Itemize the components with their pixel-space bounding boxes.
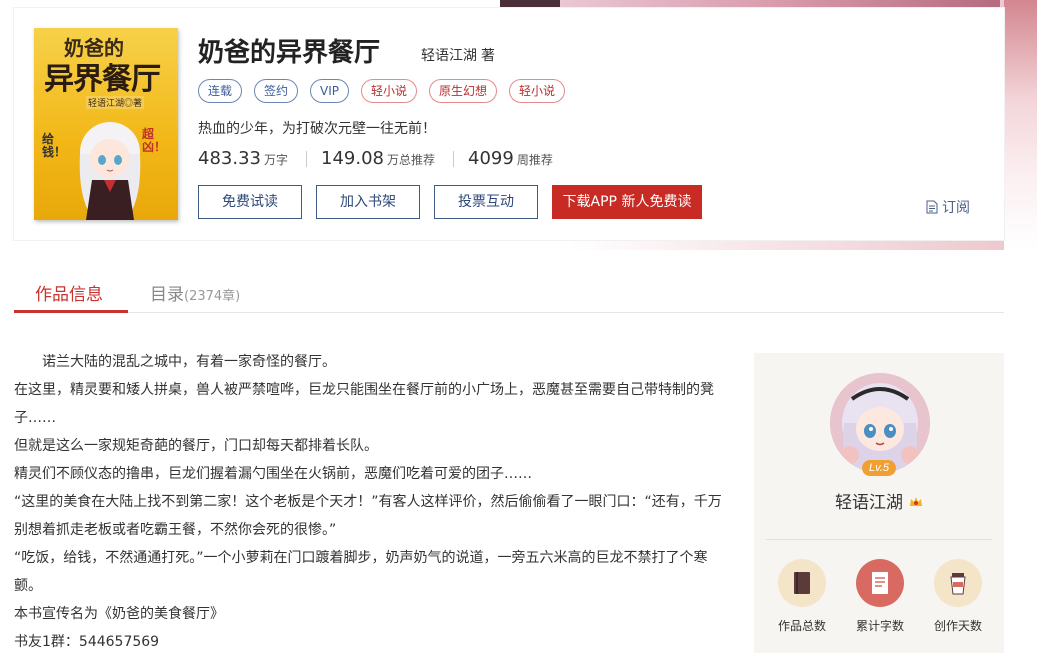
vote-button[interactable]: 投票互动 <box>434 185 538 219</box>
tag-genre[interactable]: 轻小说 <box>509 79 566 103</box>
download-app-button[interactable]: 下载APP 新人免费读 <box>552 185 702 219</box>
author-panel: Lv.5 轻语江湖 作品总数 累计字数 创作天数 <box>754 353 1004 653</box>
total-recommend-stat: 149.08 万总推荐 <box>321 148 435 169</box>
tab-catalog[interactable]: 目录(2374章) <box>150 280 240 305</box>
author-level-badge: Lv.5 <box>862 460 896 476</box>
stat-value: 149.08 <box>321 148 384 169</box>
tag-category[interactable]: 轻小说 <box>361 79 418 103</box>
cover-character-illustration <box>79 122 141 220</box>
intro-paragraph: 诺兰大陆的混乱之城中，有着一家奇怪的餐厅。 <box>42 354 336 370</box>
active-tab-indicator <box>14 310 128 313</box>
book-stats: 483.33 万字 149.08 万总推荐 4099 周推荐 <box>198 148 553 169</box>
document-icon <box>856 559 904 607</box>
subscribe-link[interactable]: 订阅 <box>926 197 970 217</box>
divider <box>453 150 454 167</box>
stat-label: 创作天数 <box>933 619 982 633</box>
stat-label: 作品总数 <box>777 619 826 633</box>
book-slogan: 热血的少年，为打破次元壁一往无前！ <box>198 121 436 137</box>
subscribe-label: 订阅 <box>942 200 970 216</box>
free-read-button[interactable]: 免费试读 <box>198 185 302 219</box>
tag-subcategory[interactable]: 原生幻想 <box>429 79 498 103</box>
add-to-shelf-button[interactable]: 加入书架 <box>316 185 420 219</box>
stat-value: 4099 <box>468 148 514 169</box>
avatar-illustration <box>830 373 930 473</box>
stat-value: 483.33 <box>198 148 261 169</box>
tab-book-info[interactable]: 作品信息 <box>35 280 103 305</box>
divider <box>766 539 992 540</box>
tab-catalog-label: 目录 <box>150 285 184 305</box>
content-tabs: 作品信息 目录(2374章) <box>14 270 1004 313</box>
book-introduction: 诺兰大陆的混乱之城中，有着一家奇怪的餐厅。 在这里，精灵要和矮人拼桌，兽人被严禁… <box>14 348 724 656</box>
document-icon <box>926 200 938 214</box>
tag-vip[interactable]: VIP <box>310 79 350 103</box>
weekly-recommend-stat: 4099 周推荐 <box>468 148 553 169</box>
book-icon <box>778 559 826 607</box>
action-buttons: 免费试读 加入书架 投票互动 下载APP 新人免费读 <box>198 185 702 219</box>
book-info-card: 奶爸的 异界餐厅 轻语江湖◎著 给钱！ 超凶！ 奶爸的异界餐厅 轻语江湖著 连载… <box>14 8 1004 240</box>
cover-title-main: 异界餐厅 <box>44 63 161 96</box>
book-title: 奶爸的异界餐厅 <box>198 38 381 68</box>
fan-group-info: 书友1群：544657569 <box>14 634 160 650</box>
author-link[interactable]: 轻语江湖 <box>421 48 477 64</box>
intro-paragraph: 本书宣传名为《奶爸的美食餐厅》 <box>14 606 224 622</box>
coffee-icon <box>934 559 982 607</box>
cover-caption-left: 给钱！ <box>42 132 67 159</box>
author-suffix: 著 <box>481 48 495 64</box>
author-name-text[interactable]: 轻语江湖 <box>835 493 903 513</box>
tag-signed[interactable]: 签约 <box>254 79 299 103</box>
book-cover[interactable]: 奶爸的 异界餐厅 轻语江湖◎著 给钱！ 超凶！ <box>34 28 178 220</box>
total-works-stat[interactable]: 作品总数 <box>772 559 832 634</box>
total-words-stat[interactable]: 累计字数 <box>850 559 910 634</box>
intro-paragraph: 在这里，精灵要和矮人拼桌，兽人被严禁喧哗，巨龙只能围坐在餐厅前的小广场上，恶魔甚… <box>14 382 714 426</box>
writing-days-stat[interactable]: 创作天数 <box>928 559 988 634</box>
cover-author: 轻语江湖◎著 <box>86 96 145 109</box>
banner-art <box>1004 0 1037 250</box>
intro-paragraph: 精灵们不顾仪态的撸串，巨龙们握着漏勺围坐在火锅前，恶魔们吃着可爱的团子…… <box>14 466 532 482</box>
intro-paragraph: “这里的美食在大陆上找不到第二家！这个老板是个天才！”有客人这样评价，然后偷偷看… <box>14 494 722 538</box>
stat-unit: 周推荐 <box>516 153 553 167</box>
book-tags: 连载 签约 VIP 轻小说 原生幻想 轻小说 <box>198 79 566 103</box>
intro-paragraph: 但就是这么一家规矩奇葩的餐厅，门口却每天都排着长队。 <box>14 438 378 454</box>
word-count-stat: 483.33 万字 <box>198 148 288 169</box>
stat-unit: 万字 <box>263 153 288 167</box>
tag-status[interactable]: 连载 <box>198 79 243 103</box>
crown-icon <box>910 497 922 506</box>
book-author: 轻语江湖著 <box>421 45 495 65</box>
author-avatar[interactable] <box>830 373 930 473</box>
divider <box>306 150 307 167</box>
chapter-count: (2374章) <box>184 289 241 304</box>
stat-label: 累计字数 <box>855 619 904 633</box>
author-name: 轻语江湖 <box>754 488 1004 513</box>
intro-paragraph: “吃饭，给钱，不然通通打死。”一个小萝莉在门口踱着脚步，奶声奶气的说道，一旁五六… <box>14 550 708 594</box>
stat-unit: 万总推荐 <box>386 153 435 167</box>
